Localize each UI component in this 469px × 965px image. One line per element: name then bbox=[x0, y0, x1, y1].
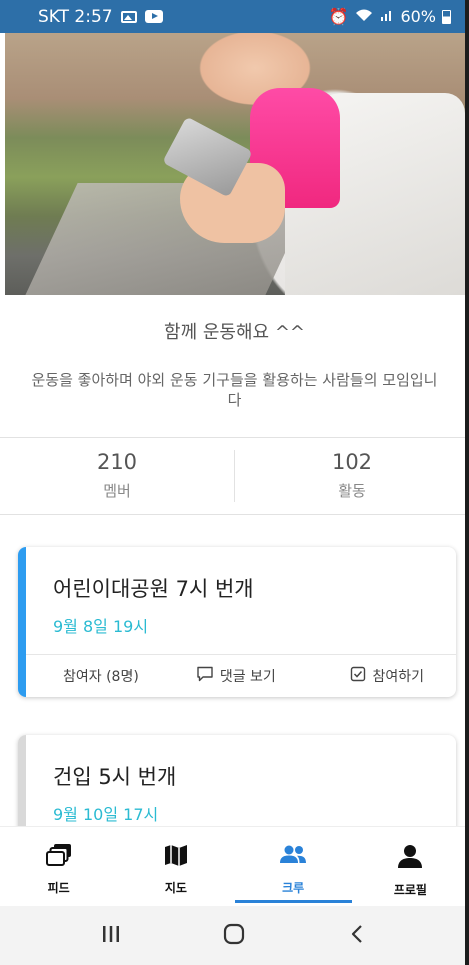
feed-icon bbox=[45, 843, 72, 871]
profile-icon bbox=[397, 843, 423, 873]
event-card[interactable]: 어린이대공원 7시 번개 9월 8일 19시 참여자 (8명) 댓글 보기 참여… bbox=[18, 547, 456, 697]
home-button[interactable] bbox=[222, 922, 246, 950]
nav-feed[interactable]: 피드 bbox=[0, 827, 117, 906]
status-bar: SKT 2:57 ⏰ 60% bbox=[0, 0, 465, 33]
join-button[interactable]: 참여하기 bbox=[350, 666, 424, 686]
crew-title: 함께 운동해요 ^^ bbox=[164, 322, 305, 343]
participants-button[interactable]: 참여자 (8명) bbox=[63, 666, 139, 686]
nav-profile-label: 프로필 bbox=[393, 883, 427, 897]
event-title: 어린이대공원 7시 번개 bbox=[53, 577, 254, 601]
member-label: 멤버 bbox=[103, 482, 131, 500]
join-label: 참여하기 bbox=[372, 669, 424, 685]
crew-icon bbox=[278, 843, 308, 871]
system-navigation-bar bbox=[0, 906, 465, 965]
activity-count: 102 bbox=[331, 450, 373, 474]
crew-cover-image bbox=[5, 33, 465, 295]
map-icon bbox=[163, 843, 189, 871]
nav-profile[interactable]: 프로필 bbox=[352, 827, 465, 906]
event-title: 건입 5시 번개 bbox=[53, 765, 177, 789]
member-count-stat[interactable]: 210 멤버 bbox=[0, 438, 234, 514]
comment-icon bbox=[196, 666, 214, 686]
event-date: 9월 10일 17시 bbox=[53, 805, 159, 824]
bottom-navigation: 피드 지도 크루 프로필 bbox=[0, 826, 465, 906]
nav-map-label: 지도 bbox=[164, 881, 187, 895]
carrier-time: SKT 2:57 bbox=[38, 6, 113, 27]
event-actions: 참여자 (8명) 댓글 보기 참여하기 bbox=[26, 654, 456, 697]
crew-stats: 210 멤버 102 활동 bbox=[0, 437, 465, 515]
app-screen: SKT 2:57 ⏰ 60% 함께 운동해요 ^^ 운동을 좋아하며 야외 운동… bbox=[0, 0, 469, 965]
back-button[interactable] bbox=[347, 923, 369, 949]
activity-label: 활동 bbox=[338, 482, 366, 500]
wifi-icon bbox=[354, 7, 374, 26]
nav-map[interactable]: 지도 bbox=[117, 827, 234, 906]
event-accent-bar bbox=[18, 547, 26, 697]
gallery-notification-icon bbox=[120, 10, 137, 23]
youtube-notification-icon bbox=[144, 10, 163, 23]
comments-button[interactable]: 댓글 보기 bbox=[196, 666, 276, 686]
battery-percent: 60% bbox=[400, 7, 436, 26]
comments-label: 댓글 보기 bbox=[219, 669, 276, 685]
battery-icon bbox=[442, 9, 451, 24]
recent-apps-button[interactable] bbox=[100, 923, 122, 949]
checkbox-icon bbox=[350, 666, 366, 686]
nav-crew[interactable]: 크루 bbox=[234, 827, 353, 906]
activity-count-stat[interactable]: 102 활동 bbox=[235, 438, 465, 514]
alarm-icon: ⏰ bbox=[328, 7, 349, 26]
nav-crew-label: 크루 bbox=[282, 881, 305, 895]
participants-label: 참여자 (8명) bbox=[63, 669, 139, 685]
signal-icon bbox=[380, 7, 394, 26]
member-count: 210 bbox=[96, 450, 138, 474]
crew-description: 운동을 좋아하며 야외 운동 기구들을 활용하는 사람들의 모임입니다 bbox=[31, 371, 438, 409]
nav-feed-label: 피드 bbox=[47, 881, 70, 895]
event-date: 9월 8일 19시 bbox=[53, 617, 149, 636]
